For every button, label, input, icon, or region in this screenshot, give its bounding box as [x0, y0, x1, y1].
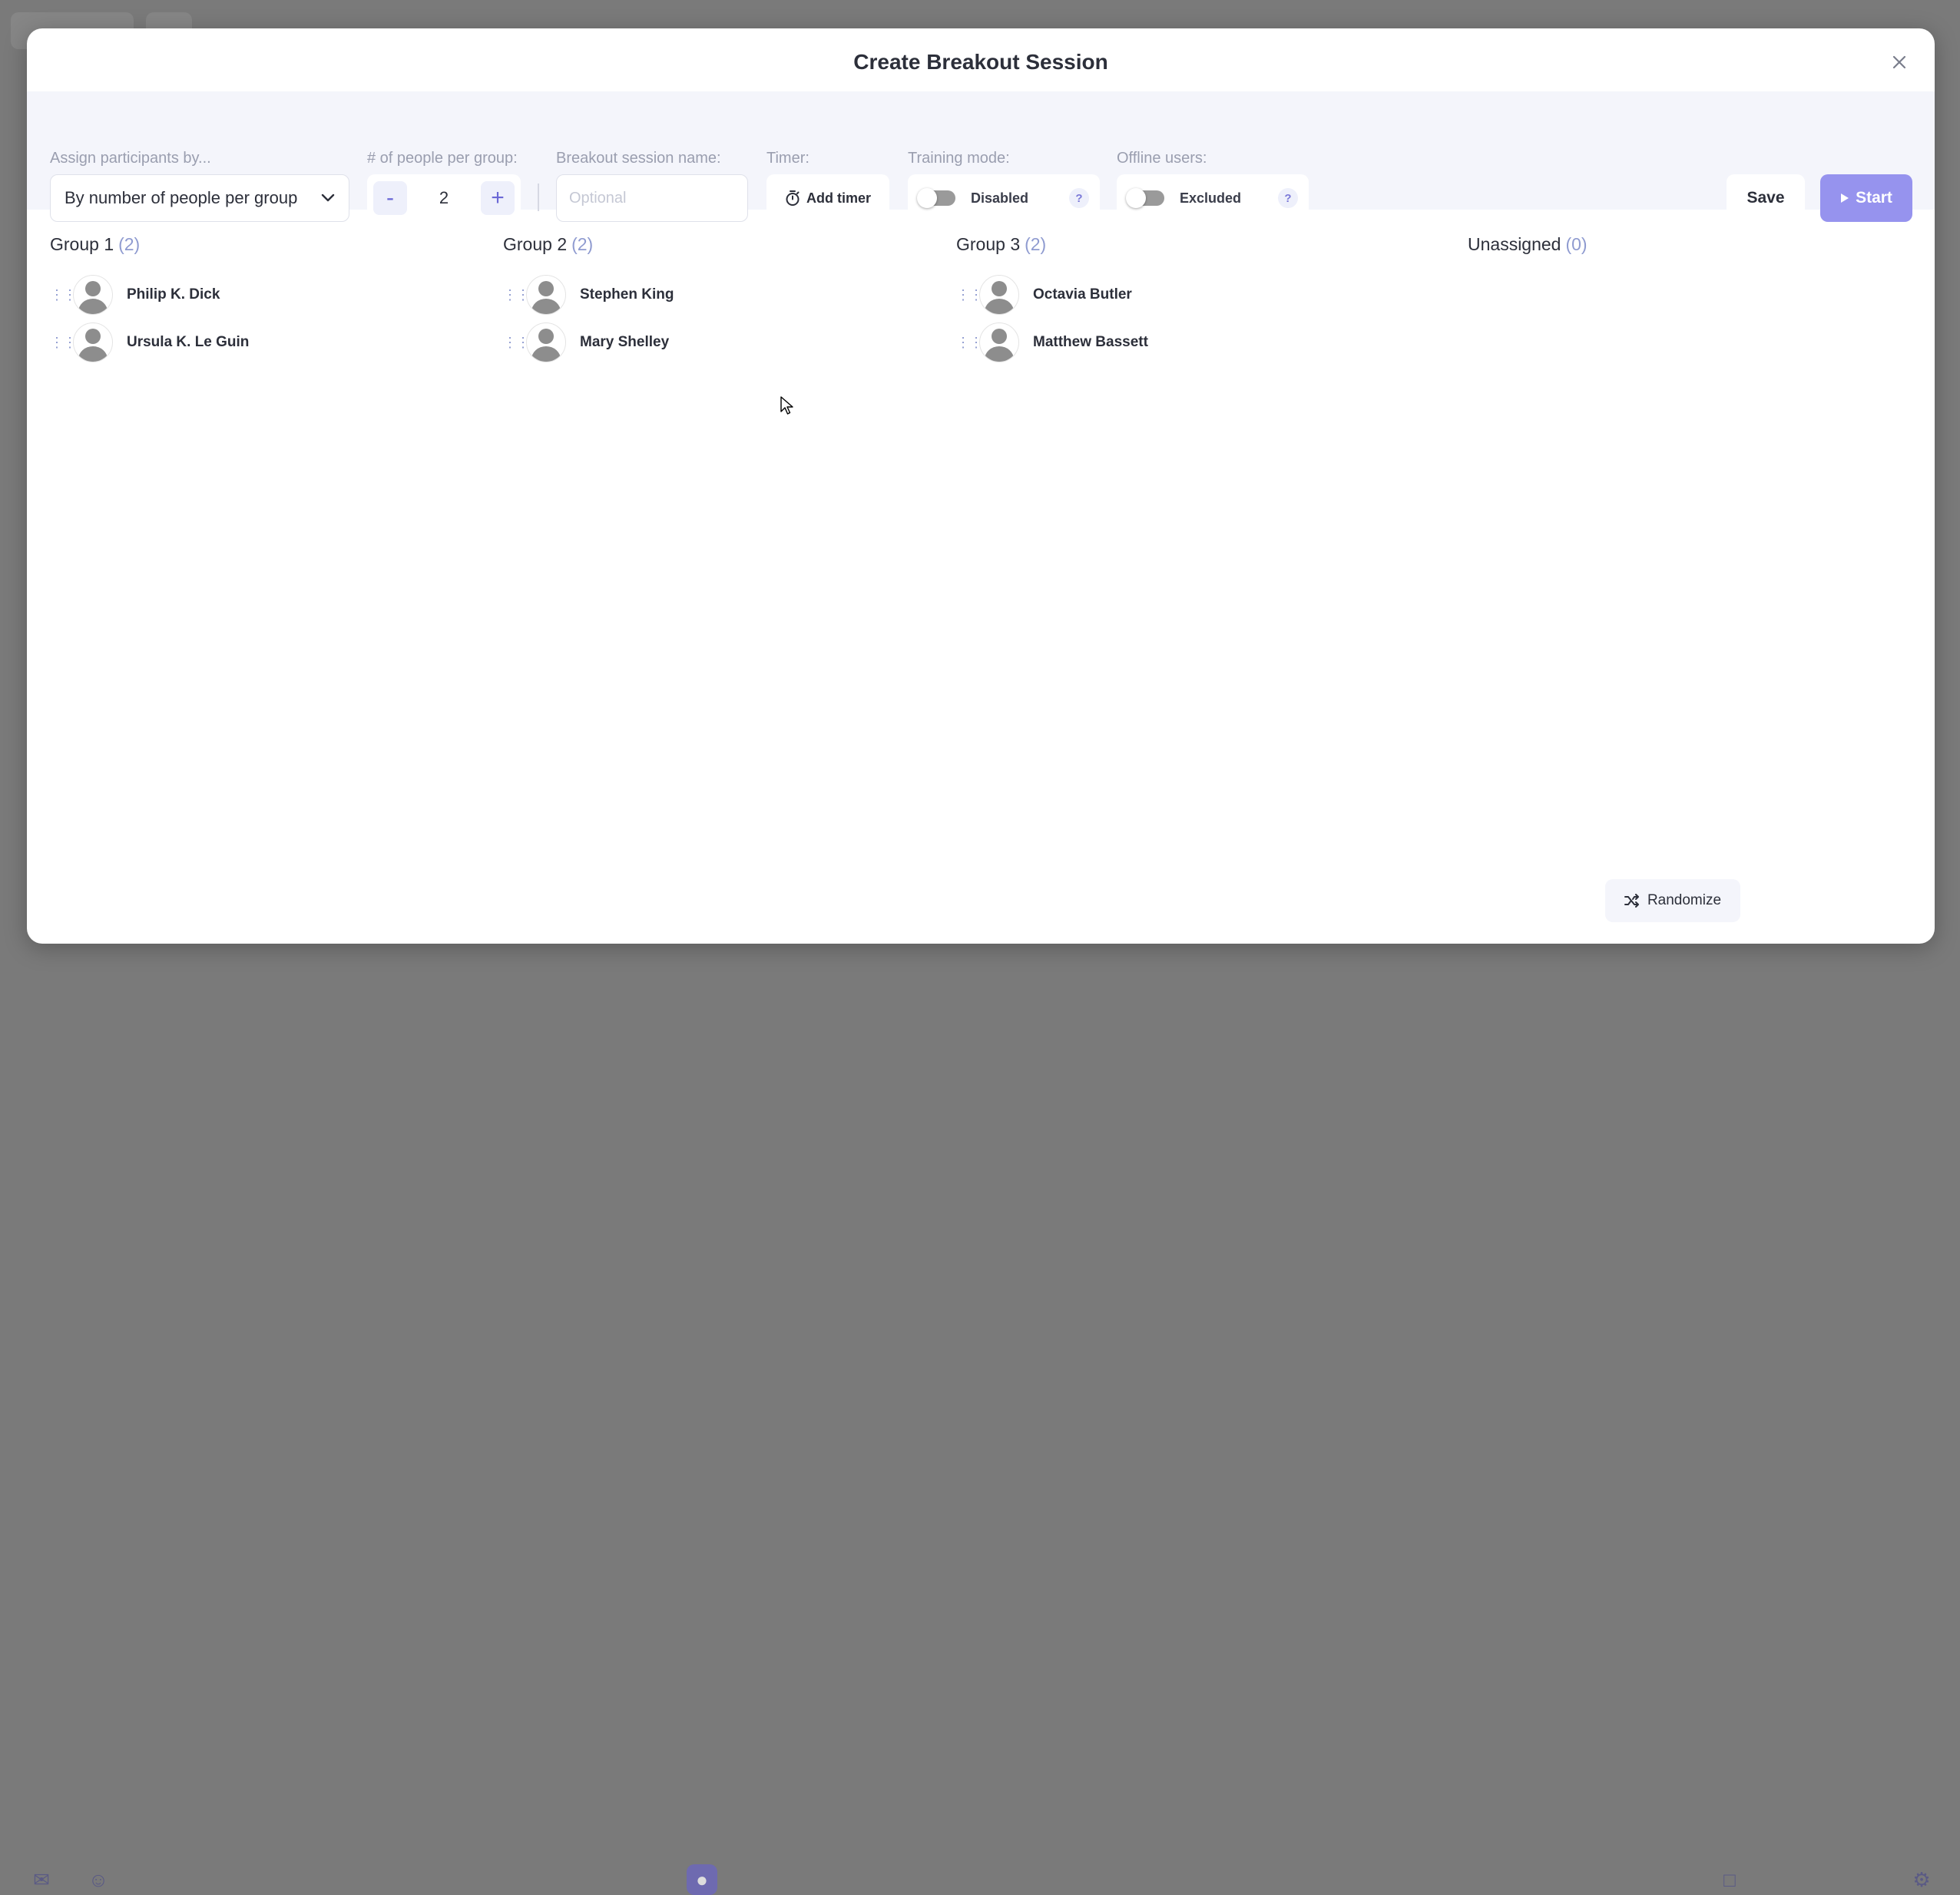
increment-button[interactable]: + — [481, 181, 515, 215]
group-count: (2) — [1025, 234, 1047, 254]
offline-users-label: Offline users: — [1117, 150, 1207, 167]
participant-row[interactable]: ⋮⋮ Ursula K. Le Guin — [50, 319, 480, 366]
training-mode-label: Training mode: — [908, 150, 1010, 167]
group-title: Group 1 (2) — [50, 234, 141, 254]
stopwatch-icon — [786, 190, 800, 206]
drag-handle-icon[interactable]: ⋮⋮ — [503, 336, 530, 349]
decrement-button[interactable]: - — [373, 181, 407, 215]
drag-handle-icon[interactable]: ⋮⋮ — [50, 288, 77, 302]
training-mode-control: Disabled ? — [908, 174, 1100, 222]
people-stepper: - 2 + — [367, 174, 521, 222]
avatar — [73, 275, 113, 315]
group-count: (0) — [1565, 234, 1588, 254]
settings-icon: ⚙ — [1912, 1867, 1931, 1891]
training-mode-state: Disabled — [971, 190, 1029, 206]
randomize-button[interactable]: Randomize — [1605, 879, 1740, 922]
drag-handle-icon[interactable]: ⋮⋮ — [956, 288, 983, 302]
participant-row[interactable]: ⋮⋮ Mary Shelley — [503, 319, 933, 366]
participant-row[interactable]: ⋮⋮ Octavia Butler — [956, 271, 1386, 319]
participant-row[interactable]: ⋮⋮ Stephen King — [503, 271, 933, 319]
group-title: Unassigned (0) — [1468, 234, 1588, 254]
people-label: # of people per group: — [367, 150, 518, 167]
assign-select[interactable]: By number of people per group — [50, 174, 349, 222]
participant-name: Matthew Bassett — [1033, 334, 1148, 350]
offline-help-icon[interactable]: ? — [1278, 188, 1298, 208]
add-timer-label: Add timer — [806, 190, 871, 206]
participant-name: Philip K. Dick — [127, 286, 220, 303]
play-icon — [1841, 193, 1849, 203]
group-column-3: Group 3 (2) ⋮⋮ Octavia Butler ⋮⋮ Matthew … — [956, 234, 1386, 366]
close-button[interactable] — [1886, 48, 1913, 76]
divider — [538, 184, 539, 211]
add-timer-button[interactable]: Add timer — [766, 174, 889, 222]
participant-name: Mary Shelley — [580, 334, 670, 350]
drag-handle-icon[interactable]: ⋮⋮ — [50, 336, 77, 349]
training-mode-toggle[interactable] — [917, 188, 955, 208]
session-name-label: Breakout session name: — [556, 150, 721, 167]
breakout-icon: ● — [687, 1864, 717, 1895]
mouse-cursor-icon — [780, 396, 793, 415]
unassigned-column: Unassigned (0) — [1468, 234, 1898, 260]
group-column-1: Group 1 (2) ⋮⋮ Philip K. Dick ⋮⋮ Ursula K… — [50, 234, 480, 366]
avatar — [979, 322, 1019, 362]
participant-name: Ursula K. Le Guin — [127, 334, 250, 350]
shuffle-icon — [1624, 894, 1639, 908]
save-button[interactable]: Save — [1727, 174, 1805, 222]
start-label: Start — [1856, 189, 1892, 207]
training-help-icon[interactable]: ? — [1069, 188, 1089, 208]
group-count: (2) — [571, 234, 594, 254]
avatar — [979, 275, 1019, 315]
group-title: Group 3 (2) — [956, 234, 1047, 254]
drag-handle-icon[interactable]: ⋮⋮ — [956, 336, 983, 349]
modal-header: Create Breakout Session — [27, 28, 1935, 91]
group-count: (2) — [118, 234, 141, 254]
group-title: Group 2 (2) — [503, 234, 594, 254]
assign-label: Assign participants by... — [50, 150, 211, 167]
participant-row[interactable]: ⋮⋮ Matthew Bassett — [956, 319, 1386, 366]
start-button[interactable]: Start — [1820, 174, 1912, 222]
group-column-2: Group 2 (2) ⋮⋮ Stephen King ⋮⋮ Mary Shell… — [503, 234, 933, 366]
avatar — [73, 322, 113, 362]
offline-users-control: Excluded ? — [1117, 174, 1309, 222]
camera-icon: □ — [1723, 1867, 1736, 1891]
modal-title: Create Breakout Session — [853, 50, 1108, 74]
avatar — [526, 322, 566, 362]
offline-users-state: Excluded — [1180, 190, 1242, 206]
emoji-icon: ☺ — [88, 1867, 109, 1891]
assign-select-value: By number of people per group — [65, 188, 298, 207]
chevron-down-icon — [321, 193, 335, 202]
breakout-modal: Create Breakout Session Assign participa… — [27, 28, 1935, 944]
drag-handle-icon[interactable]: ⋮⋮ — [503, 288, 530, 302]
settings-toolbar: Assign participants by... By number of p… — [27, 91, 1935, 222]
timer-label: Timer: — [766, 150, 809, 167]
close-icon — [1892, 55, 1906, 69]
session-name-input[interactable] — [556, 174, 748, 222]
participant-row[interactable]: ⋮⋮ Philip K. Dick — [50, 271, 480, 319]
participant-name: Octavia Butler — [1033, 286, 1132, 303]
people-count-value[interactable]: 2 — [439, 188, 449, 208]
participant-name: Stephen King — [580, 286, 674, 303]
chat-icon: ✉ — [33, 1867, 50, 1891]
offline-users-toggle[interactable] — [1126, 188, 1164, 208]
randomize-label: Randomize — [1647, 892, 1722, 908]
avatar — [526, 275, 566, 315]
